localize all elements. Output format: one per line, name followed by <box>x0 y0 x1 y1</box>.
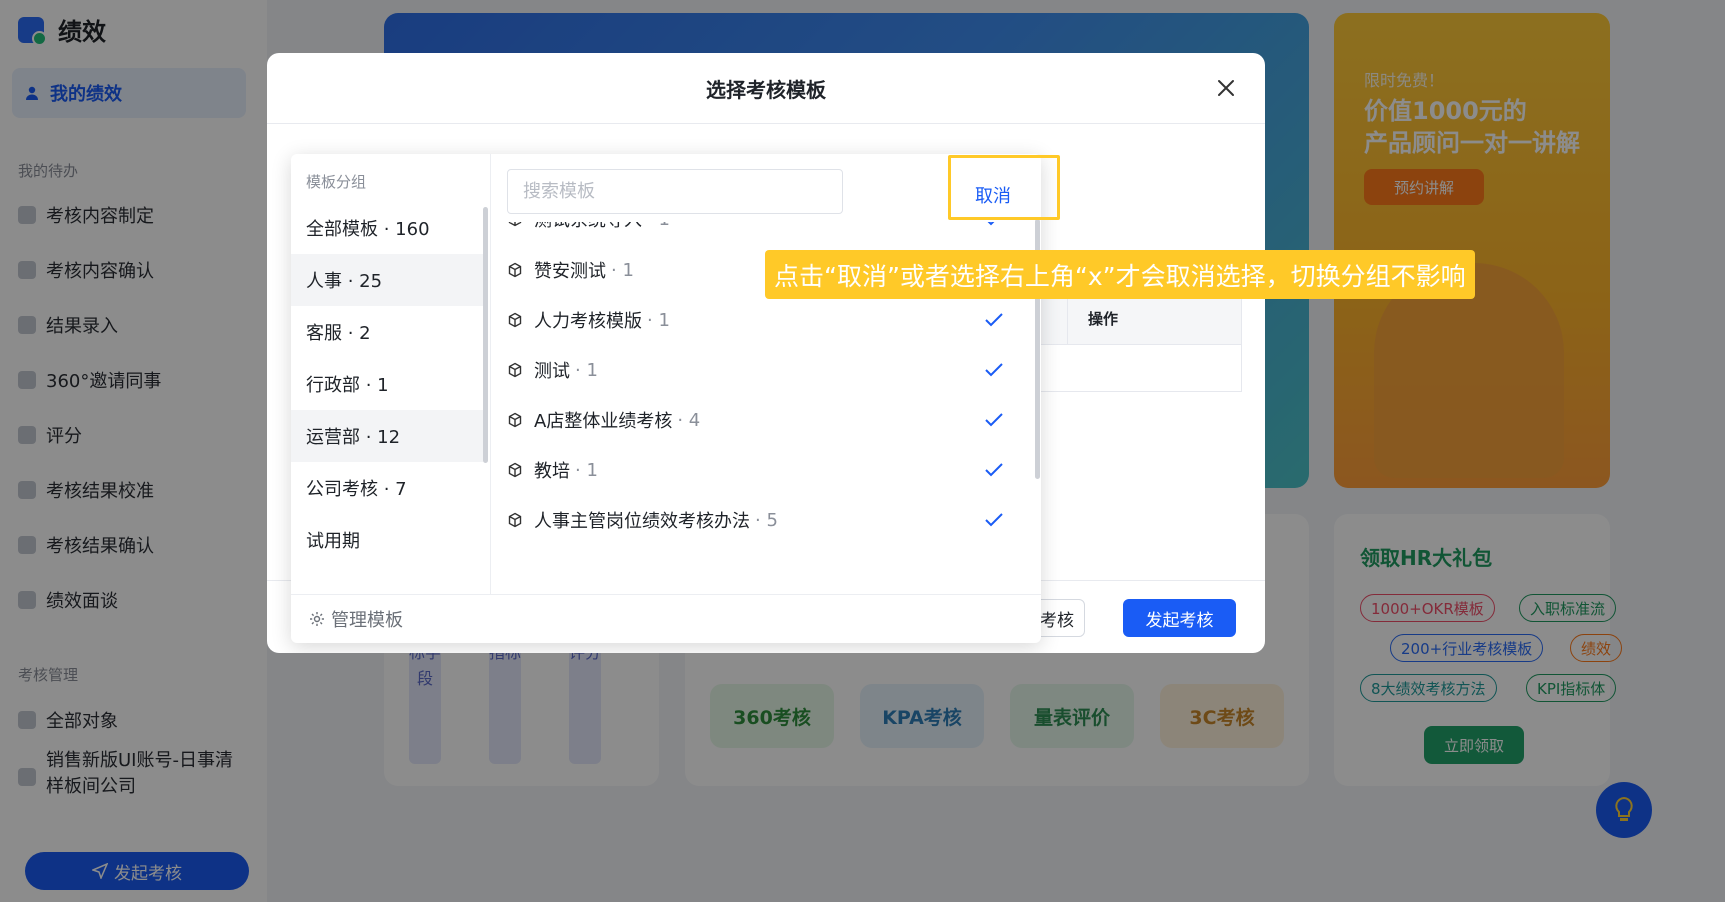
group-item[interactable]: 客服 · 2 <box>291 306 483 358</box>
template-count: · 5 <box>755 509 778 531</box>
template-name: 测试系统导入 <box>534 222 642 232</box>
template-item[interactable]: 测试系统导入 · 1 <box>491 222 1041 244</box>
template-name: 人事主管岗位绩效考核办法 <box>534 511 750 532</box>
groups-scrollbar[interactable] <box>483 207 488 463</box>
cube-icon <box>508 462 522 478</box>
cube-icon <box>508 222 522 227</box>
template-item[interactable]: A店整体业绩考核 · 4 <box>491 395 1041 445</box>
group-item[interactable]: 运营部 · 12 <box>291 410 483 462</box>
group-item[interactable]: 试用期 <box>291 514 483 566</box>
table-header: 操作 <box>1018 293 1241 345</box>
group-item[interactable]: 公司考核 · 7 <box>291 462 483 514</box>
cube-icon <box>508 362 522 378</box>
template-count: · 1 <box>575 459 598 481</box>
table-header-operation: 操作 <box>1088 310 1119 328</box>
check-icon <box>985 513 1003 527</box>
annotation-callout: 点击“取消”或者选择右上角“x”才会取消选择，切换分组不影响 <box>765 250 1475 299</box>
gear-icon <box>310 612 324 626</box>
modal-header: 选择考核模板 <box>267 53 1265 124</box>
close-button[interactable] <box>1211 73 1241 103</box>
template-name: 测试 <box>534 361 570 382</box>
manage-templates-link[interactable]: 管理模板 <box>291 594 1041 643</box>
group-item[interactable]: 人事 · 25 <box>291 254 483 306</box>
select-template-modal: 选择考核模板 操作 建考核 发起考核 模板分组 全部模板 · 160 人事 · … <box>267 53 1265 653</box>
check-icon <box>987 222 995 226</box>
start-review-button[interactable]: 发起考核 <box>1123 599 1236 637</box>
template-name: 教培 <box>534 461 570 482</box>
groups-title: 模板分组 <box>306 173 367 191</box>
template-name: 赞安测试 <box>534 261 606 282</box>
check-icon <box>985 413 1003 427</box>
check-icon <box>985 463 1003 477</box>
cube-icon <box>508 262 522 278</box>
template-name: A店整体业绩考核 <box>534 411 673 432</box>
template-count: · 1 <box>611 259 634 281</box>
template-groups: 模板分组 全部模板 · 160 人事 · 25 客服 · 2 行政部 · 1 运… <box>291 154 491 594</box>
cube-icon <box>508 312 522 328</box>
template-item[interactable]: 人力考核模版 · 1 <box>491 295 1041 345</box>
template-name: 人力考核模版 <box>534 311 642 332</box>
manage-templates-label: 管理模板 <box>331 610 403 631</box>
search-input[interactable] <box>507 169 843 214</box>
template-count: · 1 <box>575 359 598 381</box>
group-item[interactable]: 全部模板 · 160 <box>291 202 483 254</box>
cube-icon <box>508 512 522 528</box>
template-item[interactable]: 教培 · 1 <box>491 445 1041 495</box>
template-list-area: 取消 测试系统导入· 1 赞安测试· 1 人力考核模版· 1 <box>491 154 1041 594</box>
template-count: · 1 <box>647 222 670 230</box>
template-count: · 1 <box>647 309 670 331</box>
modal-title: 选择考核模板 <box>706 77 826 102</box>
cancel-selection-link[interactable]: 取消 <box>975 182 1011 208</box>
template-item[interactable]: 人事主管岗位绩效考核办法 · 5 <box>491 495 1041 545</box>
check-icon <box>985 313 1003 327</box>
selected-templates-table: 操作 <box>1017 292 1242 392</box>
cube-icon <box>508 412 522 428</box>
template-item[interactable]: 测试 · 1 <box>491 345 1041 395</box>
close-icon <box>1218 80 1234 96</box>
group-item[interactable]: 行政部 · 1 <box>291 358 483 410</box>
template-count: · 4 <box>677 409 701 431</box>
check-icon <box>985 363 1003 377</box>
template-picker-panel: 模板分组 全部模板 · 160 人事 · 25 客服 · 2 行政部 · 1 运… <box>291 154 1041 643</box>
